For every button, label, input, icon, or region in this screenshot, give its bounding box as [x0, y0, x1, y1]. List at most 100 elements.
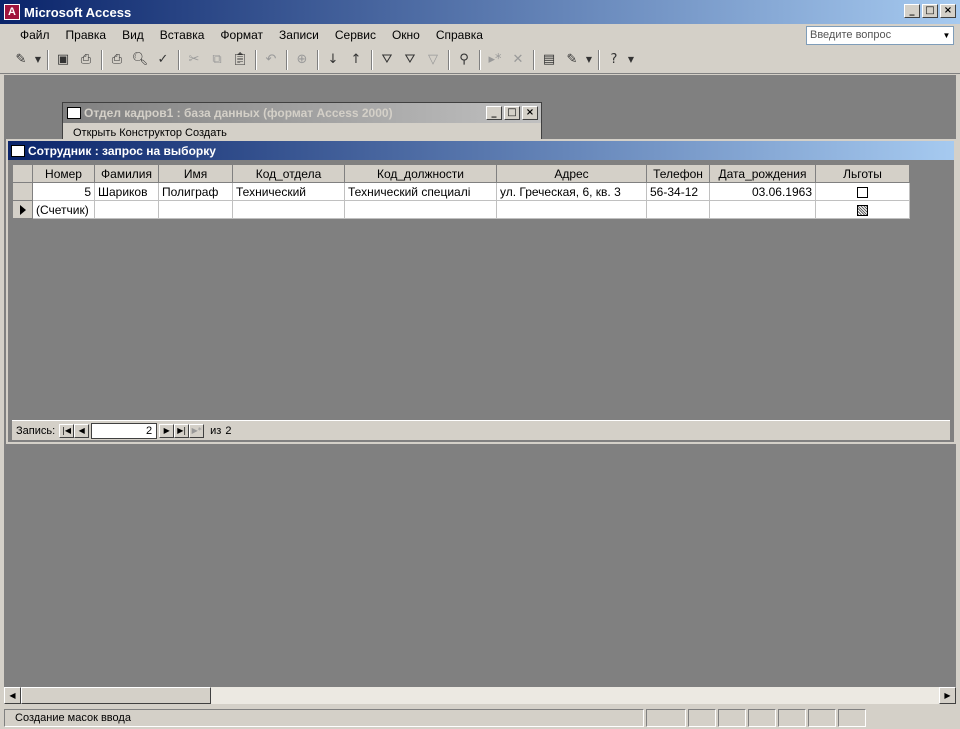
sort-ascending-icon[interactable]: ↓	[322, 49, 344, 71]
menu-records[interactable]: Записи	[271, 28, 327, 42]
preview-icon[interactable]: 🔍︎	[129, 49, 151, 71]
cell-number-new[interactable]: (Счетчик)	[32, 200, 95, 219]
chevron-down-icon[interactable]: ▼	[626, 49, 636, 71]
cell-birthdate[interactable]: 03.06.1963	[709, 182, 816, 201]
prev-record-button[interactable]: ◀	[74, 423, 90, 438]
menu-window[interactable]: Окно	[384, 28, 428, 42]
menu-edit[interactable]: Правка	[58, 28, 115, 42]
datasheet-grid: Номер Фамилия Имя Код_отдела Код_должнос…	[12, 164, 910, 219]
chevron-down-icon[interactable]: ▼	[584, 49, 594, 71]
cell-position-new[interactable]	[344, 200, 497, 219]
column-header[interactable]: Код_отдела	[232, 164, 345, 183]
menu-tools[interactable]: Сервис	[327, 28, 384, 42]
app-title: Microsoft Access	[24, 4, 132, 20]
menu-view[interactable]: Вид	[114, 28, 152, 42]
hyperlink-icon[interactable]: ⊕	[291, 49, 313, 71]
select-all-corner[interactable]	[12, 164, 33, 183]
copy-icon[interactable]: ⧉	[206, 49, 228, 71]
datasheet-icon	[11, 144, 25, 157]
maximize-button[interactable]: □	[504, 106, 520, 120]
first-record-button[interactable]: |◀	[59, 423, 75, 438]
menu-format[interactable]: Формат	[212, 28, 271, 42]
record-number-input[interactable]: 2	[91, 422, 158, 439]
cell-birthdate-new[interactable]	[709, 200, 816, 219]
access-app-icon[interactable]: A	[4, 4, 20, 20]
menu-help[interactable]: Справка	[428, 28, 491, 42]
apply-filter-icon[interactable]: ▽	[422, 49, 444, 71]
cell-position[interactable]: Технический специалі	[344, 182, 497, 201]
cell-benefits-new[interactable]	[815, 200, 910, 219]
cell-department-new[interactable]	[232, 200, 345, 219]
help-search-input[interactable]: Введите вопрос ▼	[806, 26, 954, 45]
toolbar-separator	[598, 49, 600, 70]
design-view-icon[interactable]: ✎	[10, 49, 32, 71]
window-controls: _ □ ×	[904, 4, 956, 18]
cell-benefits[interactable]	[815, 182, 910, 201]
column-header[interactable]: Адрес	[496, 164, 647, 183]
menu-file[interactable]: Файл	[12, 28, 58, 42]
toolbar-separator	[286, 49, 288, 70]
column-header[interactable]: Номер	[32, 164, 95, 183]
toolbar: ✎ ▼ ▣ ⎙ ⎙ 🔍︎ ✓ ✂ ⧉ 📋︎ ↶ ⊕ ↓ ↑ ⛛ ⛛ ▽ ⚲ ▸*…	[0, 46, 960, 74]
cell-department[interactable]: Технический	[232, 182, 345, 201]
scroll-left-arrow-icon[interactable]: ◀	[4, 687, 21, 704]
cell-phone[interactable]: 56-34-12	[646, 182, 710, 201]
status-panel	[688, 708, 716, 727]
row-selector[interactable]	[12, 182, 33, 201]
cell-name[interactable]: Полиграф	[158, 182, 233, 201]
undo-icon[interactable]: ↶	[260, 49, 282, 71]
new-record-icon[interactable]: ▸*	[484, 49, 506, 71]
chevron-down-icon[interactable]: ▼	[33, 49, 43, 71]
table-row-new: (Счетчик)	[12, 200, 910, 219]
filter-by-selection-icon[interactable]: ⛛	[376, 49, 398, 71]
cut-icon[interactable]: ✂	[183, 49, 205, 71]
horizontal-scrollbar[interactable]: ◀ ▶	[4, 687, 956, 704]
column-header[interactable]: Код_должности	[344, 164, 497, 183]
cell-surname[interactable]: Шариков	[94, 182, 159, 201]
query-window-title: Сотрудник : запрос на выборку	[28, 143, 216, 158]
new-object-icon[interactable]: ✎	[561, 49, 583, 71]
toolbar-separator	[47, 49, 49, 70]
cell-phone-new[interactable]	[646, 200, 710, 219]
cell-address[interactable]: ул. Греческая, 6, кв. 3	[496, 182, 647, 201]
scroll-thumb[interactable]	[21, 687, 211, 704]
query-datasheet-window[interactable]: Сотрудник : запрос на выборку Номер Фами…	[6, 139, 956, 444]
print-preview-icon[interactable]: ⎙	[75, 49, 97, 71]
last-record-button[interactable]: ▶|	[174, 423, 190, 438]
menu-insert[interactable]: Вставка	[152, 28, 213, 42]
find-icon[interactable]: ⚲	[453, 49, 475, 71]
query-window-titlebar[interactable]: Сотрудник : запрос на выборку	[8, 141, 954, 160]
new-record-button[interactable]: ▶*	[189, 423, 205, 438]
scroll-right-arrow-icon[interactable]: ▶	[939, 687, 956, 704]
column-header[interactable]: Имя	[158, 164, 233, 183]
save-icon[interactable]: ▣	[52, 49, 74, 71]
sort-descending-icon[interactable]: ↑	[345, 49, 367, 71]
close-button[interactable]: ×	[940, 4, 956, 18]
column-header[interactable]: Телефон	[646, 164, 710, 183]
close-button[interactable]: ×	[522, 106, 538, 120]
benefits-checkbox-null[interactable]	[857, 204, 868, 216]
benefits-checkbox[interactable]	[857, 186, 868, 198]
database-window-titlebar[interactable]: Отдел кадров1 : база данных (формат Acce…	[63, 103, 541, 123]
row-selector-current[interactable]	[12, 200, 33, 219]
help-icon[interactable]: ?	[603, 49, 625, 71]
paste-icon[interactable]: 📋︎	[229, 49, 251, 71]
next-record-button[interactable]: ▶	[159, 423, 175, 438]
cell-number[interactable]: 5	[32, 182, 95, 201]
maximize-button[interactable]: □	[922, 4, 938, 18]
column-header[interactable]: Льготы	[815, 164, 910, 183]
chevron-down-icon[interactable]: ▼	[940, 27, 953, 44]
record-total: 2	[225, 424, 232, 437]
minimize-button[interactable]: _	[904, 4, 920, 18]
column-header[interactable]: Фамилия	[94, 164, 159, 183]
print-icon[interactable]: ⎙	[106, 49, 128, 71]
cell-address-new[interactable]	[496, 200, 647, 219]
cell-name-new[interactable]	[158, 200, 233, 219]
database-window-icon[interactable]: ▤	[538, 49, 560, 71]
cell-surname-new[interactable]	[94, 200, 159, 219]
delete-record-icon[interactable]: ✕	[507, 49, 529, 71]
minimize-button[interactable]: _	[486, 106, 502, 120]
filter-by-form-icon[interactable]: ⛛	[399, 49, 421, 71]
spelling-icon[interactable]: ✓	[152, 49, 174, 71]
column-header[interactable]: Дата_рождения	[709, 164, 816, 183]
